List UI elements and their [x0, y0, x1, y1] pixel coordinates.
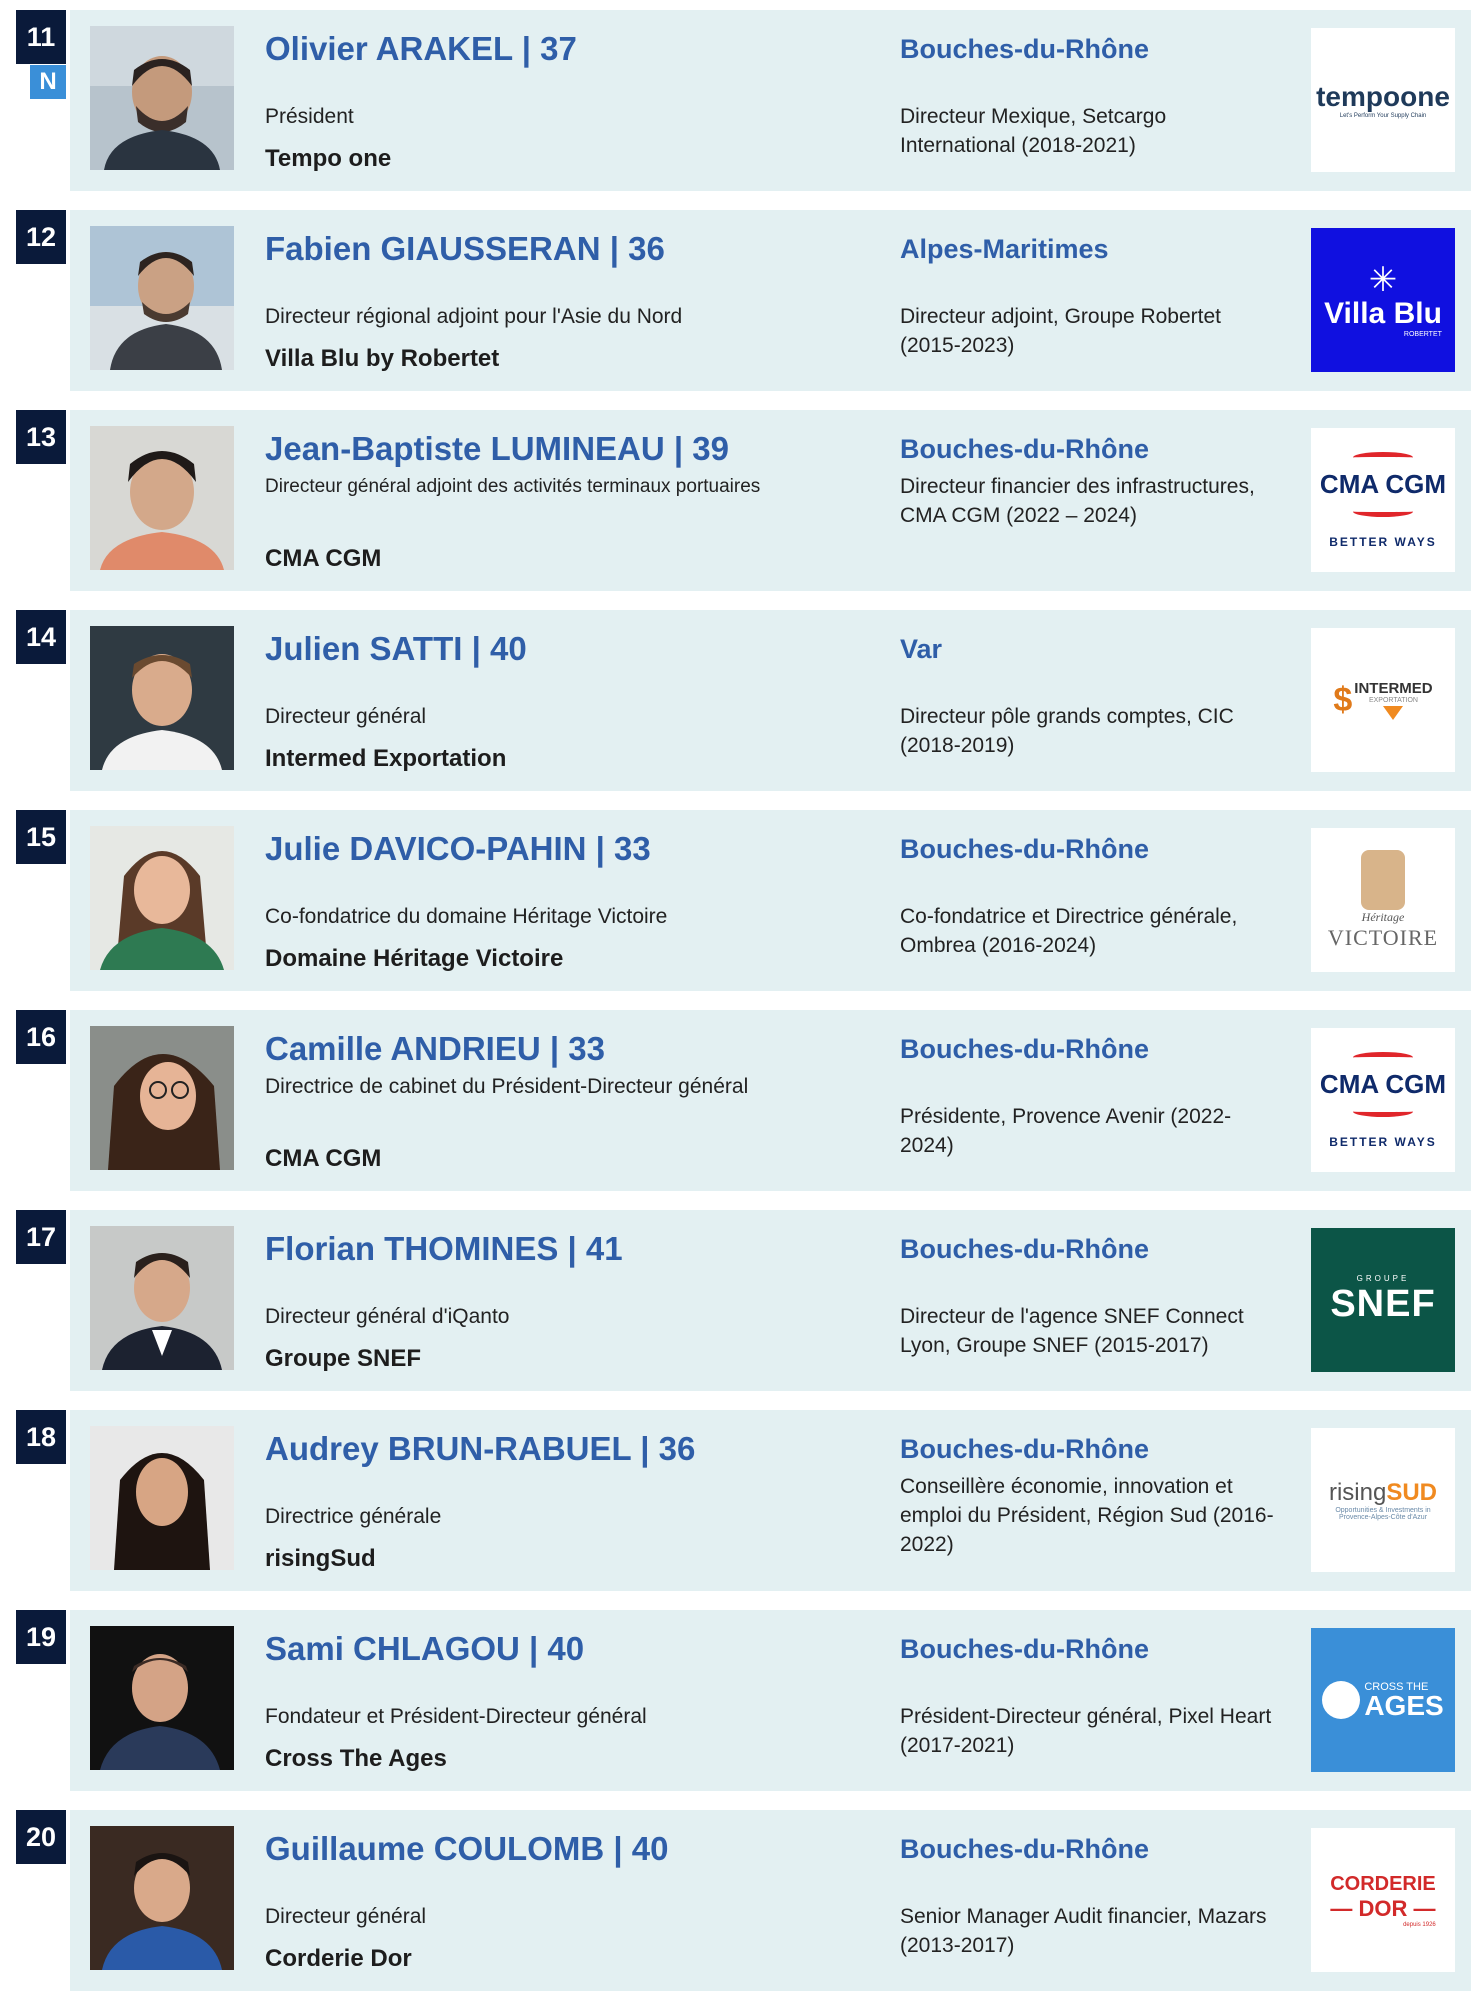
new-badge: N: [30, 65, 66, 99]
company-logo: CROSS THE AGES: [1311, 1628, 1455, 1772]
company-logo: ✳ Villa Blu ROBERTET: [1311, 228, 1455, 372]
list-item: Sami CHLAGOU | 40 Fondateur et Président…: [70, 1610, 1471, 1791]
portrait-photo: [90, 1226, 234, 1370]
region: Bouches-du-Rhône: [900, 1234, 1149, 1264]
company-logo: Héritage VICTOIRE: [1311, 828, 1455, 972]
previous-position: Directeur pôle grands comptes, CIC (2018…: [900, 705, 1234, 757]
region: Bouches-du-Rhône: [900, 434, 1149, 464]
rank-badge: 12: [16, 210, 66, 264]
person-name: Julien SATTI | 40: [265, 630, 527, 667]
previous-position: Directeur adjoint, Groupe Robertet (2015…: [900, 305, 1221, 357]
person-name: Olivier ARAKEL | 37: [265, 30, 577, 67]
region: Alpes-Maritimes: [900, 234, 1109, 264]
region: Bouches-du-Rhône: [900, 1034, 1149, 1064]
organization: Domaine Héritage Victoire: [265, 945, 564, 972]
organization: Intermed Exportation: [265, 745, 507, 772]
person-name: Florian THOMINES | 41: [265, 1230, 623, 1267]
list-item: Jean-Baptiste LUMINEAU | 39 Directeur gé…: [70, 410, 1471, 591]
previous-position: Directeur financier des infrastructures,…: [900, 475, 1255, 527]
company-logo: $ INTERMED EXPORTATION: [1311, 628, 1455, 772]
rank-badge: 14: [16, 610, 66, 664]
previous-position: Co-fondatrice et Directrice générale, Om…: [900, 905, 1238, 957]
company-logo: CMA CGM BETTER WAYS: [1311, 428, 1455, 572]
company-logo: risingSUD Opportunities & Investments in…: [1311, 1428, 1455, 1572]
portrait-photo: [90, 26, 234, 170]
region: Bouches-du-Rhône: [900, 1434, 1149, 1464]
organization: CMA CGM: [265, 545, 382, 572]
portrait-photo: [90, 626, 234, 770]
portrait-photo: [90, 826, 234, 970]
rank-badge: 15: [16, 810, 66, 864]
company-logo: tempoone Let's Perform Your Supply Chain: [1311, 28, 1455, 172]
region: Bouches-du-Rhône: [900, 1834, 1149, 1864]
portrait-photo: [90, 1826, 234, 1970]
person-name: Fabien GIAUSSERAN | 36: [265, 230, 665, 267]
portrait-photo: [90, 226, 234, 370]
person-name: Julie DAVICO-PAHIN | 33: [265, 830, 651, 867]
portrait-photo: [90, 1426, 234, 1570]
region: Bouches-du-Rhône: [900, 34, 1149, 64]
list-item: Julie DAVICO-PAHIN | 33 Co-fondatrice du…: [70, 810, 1471, 991]
person-role: Directeur général: [265, 1905, 427, 1928]
person-role: Directeur général: [265, 705, 427, 728]
organization: Groupe SNEF: [265, 1345, 422, 1372]
company-logo: CMA CGM BETTER WAYS: [1311, 1028, 1455, 1172]
person-role: Fondateur et Président-Directeur général: [265, 1705, 647, 1728]
organization: Corderie Dor: [265, 1945, 412, 1972]
rank-badge: 19: [16, 1610, 66, 1664]
previous-position: Présidente, Provence Avenir (2022-2024): [900, 1105, 1232, 1157]
list-item: Camille ANDRIEU | 33 Directrice de cabin…: [70, 1010, 1471, 1191]
previous-position: Senior Manager Audit financier, Mazars (…: [900, 1905, 1267, 1957]
rank-badge: 18: [16, 1410, 66, 1464]
company-logo: GROUPE SNEF: [1311, 1228, 1455, 1372]
list-item: Fabien GIAUSSERAN | 36 Directeur régiona…: [70, 210, 1471, 391]
person-role: Directeur régional adjoint pour l'Asie d…: [265, 305, 683, 328]
portrait-photo: [90, 426, 234, 570]
list-item: Florian THOMINES | 41 Directeur général …: [70, 1210, 1471, 1391]
previous-position: Directeur de l'agence SNEF Connect Lyon,…: [900, 1305, 1244, 1357]
list-item: Olivier ARAKEL | 37 Président Tempo one …: [70, 10, 1471, 191]
person-role: Co-fondatrice du domaine Héritage Victoi…: [265, 905, 668, 928]
organization: CMA CGM: [265, 1145, 382, 1172]
person-name: Sami CHLAGOU | 40: [265, 1630, 585, 1667]
previous-position: Directeur Mexique, Setcargo Internationa…: [900, 105, 1167, 157]
region: Var: [900, 634, 943, 664]
person-name: Jean-Baptiste LUMINEAU | 39: [265, 430, 729, 467]
company-logo: CORDERIE — DOR — depuis 1926: [1311, 1828, 1455, 1972]
rank-badge: 16: [16, 1010, 66, 1064]
list-item: Audrey BRUN-RABUEL | 36 Directrice génér…: [70, 1410, 1471, 1591]
list-item: Guillaume COULOMB | 40 Directeur général…: [70, 1810, 1471, 1991]
rank-badge: 20: [16, 1810, 66, 1864]
person-role: Directeur général d'iQanto: [265, 1305, 510, 1328]
organization: Cross The Ages: [265, 1745, 447, 1772]
rank-badge: 17: [16, 1210, 66, 1264]
region: Bouches-du-Rhône: [900, 834, 1149, 864]
rank-badge: 11: [16, 10, 66, 64]
person-name: Camille ANDRIEU | 33: [265, 1030, 605, 1067]
previous-position: Président-Directeur général, Pixel Heart…: [900, 1705, 1272, 1757]
list-item: Julien SATTI | 40 Directeur général Inte…: [70, 610, 1471, 791]
portrait-photo: [90, 1626, 234, 1770]
portrait-photo: [90, 1026, 234, 1170]
person-role: Directrice de cabinet du Président-Direc…: [265, 1075, 749, 1098]
organization: Tempo one: [265, 145, 392, 172]
person-role: Directrice générale: [265, 1505, 442, 1528]
person-name: Guillaume COULOMB | 40: [265, 1830, 669, 1867]
rank-badge: 13: [16, 410, 66, 464]
region: Bouches-du-Rhône: [900, 1634, 1149, 1664]
organization: Villa Blu by Robertet: [265, 345, 500, 372]
person-role: Directeur général adjoint des activités …: [265, 476, 761, 497]
previous-position: Conseillère économie, innovation et empl…: [900, 1475, 1274, 1556]
person-role: Président: [265, 105, 354, 128]
person-name: Audrey BRUN-RABUEL | 36: [265, 1430, 696, 1467]
organization: risingSud: [265, 1545, 376, 1572]
